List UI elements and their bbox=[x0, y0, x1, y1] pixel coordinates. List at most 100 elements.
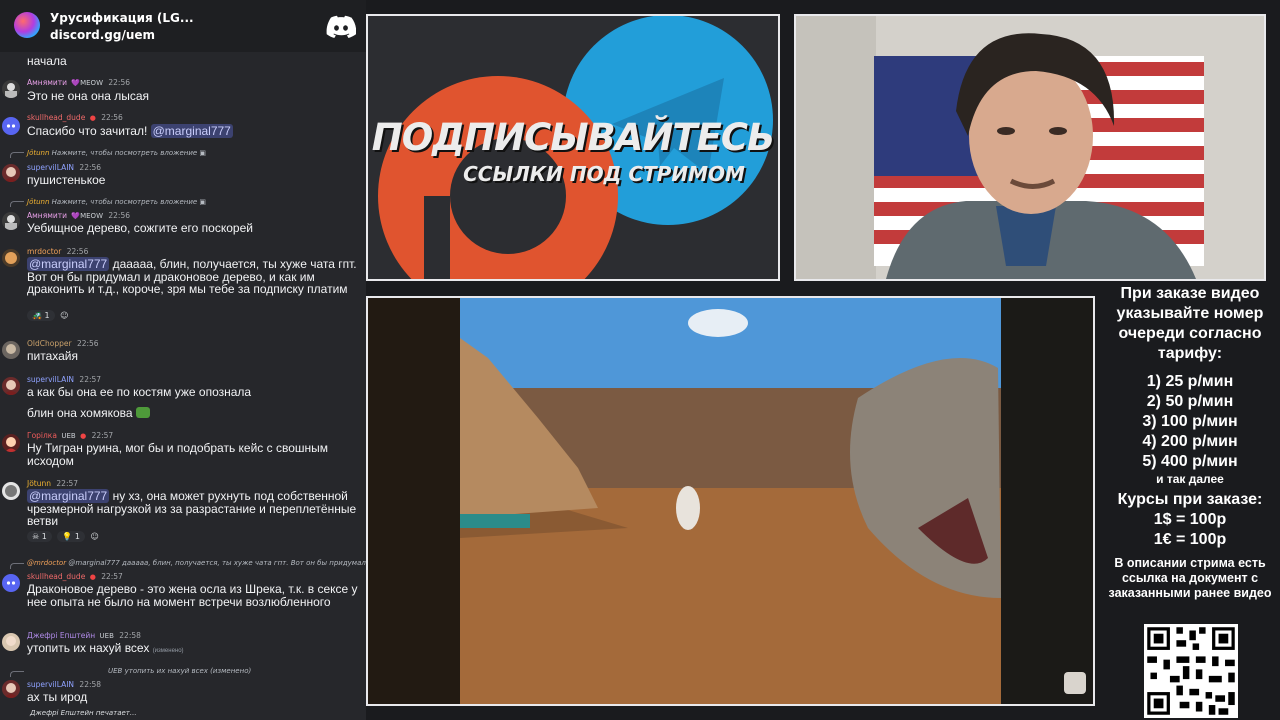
add-reaction-icon[interactable]: ☺ bbox=[91, 532, 99, 541]
timestamp: 22:58 bbox=[119, 631, 141, 640]
message-meta: Горілка UEB ● 22:57 bbox=[27, 431, 113, 440]
rates-title: Курсы при заказе: bbox=[1117, 491, 1263, 508]
message-meta: skullhead_dude ● 22:57 bbox=[27, 572, 123, 581]
author-name[interactable]: mrdoctor bbox=[27, 247, 61, 256]
record-badge-icon: ● bbox=[89, 114, 96, 122]
message-meta: supervilLAIN 22:56 bbox=[27, 163, 101, 172]
video-player[interactable] bbox=[366, 296, 1095, 706]
reply-text: Нажмите, чтобы посмотреть вложение bbox=[51, 198, 198, 206]
add-reaction-icon[interactable]: ☺ bbox=[60, 311, 68, 320]
avatar[interactable] bbox=[2, 434, 20, 452]
reaction-count: 1 bbox=[44, 311, 50, 320]
server-invite-link[interactable]: discord.gg/uem bbox=[50, 28, 155, 42]
avatar[interactable] bbox=[2, 117, 20, 135]
author-name[interactable]: Амнямити bbox=[27, 211, 67, 220]
author-name[interactable]: skullhead_dude bbox=[27, 113, 85, 122]
avatar[interactable] bbox=[2, 574, 20, 592]
order-info-panel: При заказе видео указывайте номер очеред… bbox=[1100, 282, 1280, 601]
server-name: Урусификация (LG... bbox=[50, 11, 194, 25]
message-text: Уебищное дерево, сожгите его поскорей bbox=[27, 221, 253, 235]
author-name[interactable]: supervilLAIN bbox=[27, 163, 74, 172]
message-meta: supervilLAIN 22:58 bbox=[27, 680, 101, 689]
author-name[interactable]: OldChopper bbox=[27, 339, 72, 348]
reply-preview[interactable]: @mrdoctor @marginal777 дааааа, блин, пол… bbox=[27, 559, 366, 567]
subscribe-banner: ПОДПИСЫВАЙТЕСЬ ССЫЛКИ ПОД СТРИМОМ bbox=[366, 14, 780, 281]
stream-layout: Урусификация (LG... discord.gg/uem начал… bbox=[0, 0, 1280, 720]
timestamp: 22:56 bbox=[108, 211, 130, 220]
reply-preview[interactable]: UEB утопить их нахуй всех (изменено) bbox=[108, 667, 251, 675]
promo-title: ПОДПИСЫВАЙТЕСЬ bbox=[371, 116, 775, 159]
author-name[interactable]: Джефрі Епштейн bbox=[27, 631, 95, 640]
server-icon[interactable] bbox=[14, 12, 40, 38]
edited-label: (изменено) bbox=[152, 648, 184, 654]
message-meta: Jötunn 22:57 bbox=[27, 479, 78, 488]
message-meta: Амнямити 💜MEOW 22:56 bbox=[27, 211, 130, 220]
timestamp: 22:56 bbox=[79, 163, 102, 172]
rate-usd: 1$ = 100р bbox=[1153, 511, 1227, 528]
video-content bbox=[368, 298, 1093, 704]
tariff-item: 3) 100 р/мин bbox=[1142, 413, 1238, 430]
rate-eur: 1€ = 100р bbox=[1153, 531, 1227, 548]
reply-author: Jötunn bbox=[27, 198, 50, 206]
author-name[interactable]: skullhead_dude bbox=[27, 572, 85, 581]
message-text: Ну Тигран руина, мог бы и подобрать кейс… bbox=[27, 441, 329, 468]
timestamp: 22:56 bbox=[101, 113, 123, 122]
reaction-chip[interactable]: 💡 1 bbox=[57, 531, 85, 542]
message-text: утопить их нахуй всех (изменено) bbox=[27, 642, 365, 658]
message-meta: Джефрі Епштейн UEB 22:58 bbox=[27, 631, 141, 640]
reply-connector bbox=[10, 563, 24, 569]
avatar[interactable] bbox=[2, 164, 20, 182]
avatar[interactable] bbox=[2, 212, 20, 230]
message-text: блин она хомякова bbox=[27, 407, 365, 420]
cat-watermark-icon bbox=[1064, 672, 1086, 694]
order-instructions: При заказе видео указывайте номер очеред… bbox=[1116, 285, 1264, 362]
role-badge: 💜MEOW bbox=[71, 79, 103, 87]
reply-text: утопить их нахуй всех (изменено) bbox=[124, 667, 252, 675]
message-text: Спасибо что зачитал! @marginal777 bbox=[27, 124, 365, 138]
timestamp: 22:56 bbox=[66, 247, 89, 256]
reaction-chip[interactable]: 🚜 1 bbox=[27, 310, 55, 321]
message-text: ах ты ирод bbox=[27, 690, 88, 704]
author-name[interactable]: Амнямити bbox=[27, 78, 67, 87]
avatar[interactable] bbox=[2, 482, 20, 500]
avatar[interactable] bbox=[2, 80, 20, 98]
typing-indicator: Джефрі Епштейн печатает... bbox=[30, 709, 137, 717]
reaction-count: 1 bbox=[41, 532, 47, 541]
author-name[interactable]: supervilLAIN bbox=[27, 375, 74, 384]
tariff-item: 1) 25 р/мин bbox=[1146, 373, 1234, 390]
avatar[interactable] bbox=[2, 341, 20, 359]
timestamp: 22:57 bbox=[79, 375, 102, 384]
timestamp: 22:57 bbox=[56, 479, 79, 488]
webcam-feed bbox=[794, 14, 1266, 281]
server-header[interactable]: Урусификация (LG... discord.gg/uem bbox=[0, 0, 366, 52]
reply-author: Jötunn bbox=[27, 149, 50, 157]
reply-connector bbox=[10, 671, 24, 677]
message-text-part: утопить их нахуй всех bbox=[27, 641, 150, 655]
record-badge-icon: ● bbox=[89, 573, 96, 581]
avatar[interactable] bbox=[2, 377, 20, 395]
user-mention[interactable]: @marginal777 bbox=[150, 124, 233, 138]
message-text: Это не она она лысая bbox=[27, 89, 150, 103]
reply-preview[interactable]: Jötunn Нажмите, чтобы посмотреть вложени… bbox=[27, 198, 206, 206]
role-badge: 💜MEOW bbox=[71, 212, 103, 220]
message-text: @marginal777 дааааа, блин, получается, т… bbox=[27, 257, 365, 296]
avatar[interactable] bbox=[2, 249, 20, 267]
reaction-chip[interactable]: ☠ 1 bbox=[27, 531, 52, 542]
role-badge: UEB bbox=[61, 432, 76, 440]
image-icon: ▣ bbox=[199, 149, 207, 157]
author-name[interactable]: Горілка bbox=[27, 431, 57, 440]
avatar[interactable] bbox=[2, 680, 20, 698]
promo-subtitle: ССЫЛКИ ПОД СТРИМОМ bbox=[463, 162, 745, 186]
avatar[interactable] bbox=[2, 633, 20, 651]
qr-code-icon[interactable] bbox=[1144, 624, 1238, 718]
author-name[interactable]: supervilLAIN bbox=[27, 680, 74, 689]
author-name[interactable]: Jötunn bbox=[27, 479, 51, 488]
reply-preview[interactable]: Jötunn Нажмите, чтобы посмотреть вложени… bbox=[27, 149, 206, 157]
timestamp: 22:58 bbox=[79, 680, 102, 689]
reactions: ☠ 1 💡 1 ☺ bbox=[27, 531, 99, 542]
message-meta: skullhead_dude ● 22:56 bbox=[27, 113, 123, 122]
tariff-more: и так далее bbox=[1156, 472, 1224, 486]
message-text-part: Спасибо что зачитал! bbox=[27, 124, 151, 138]
discord-logo-icon bbox=[326, 15, 356, 38]
timestamp: 22:57 bbox=[91, 431, 114, 440]
